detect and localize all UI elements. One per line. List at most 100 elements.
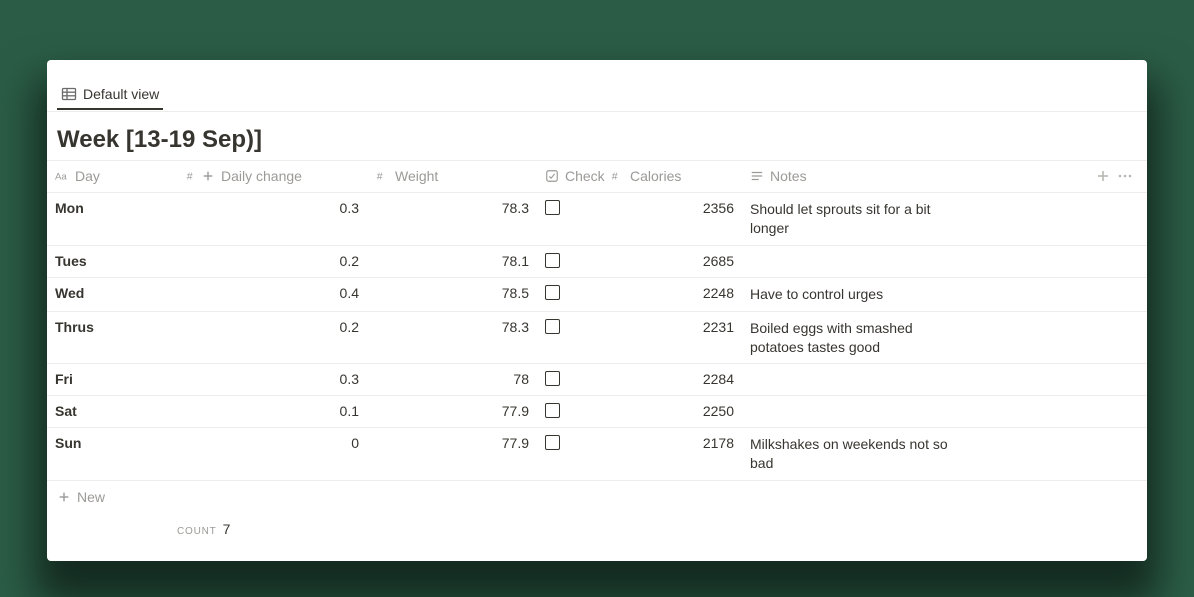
cell-day[interactable]: Thrus xyxy=(47,312,177,342)
calories-value: 2178 xyxy=(703,435,734,451)
col-header-calories[interactable]: # Calories xyxy=(602,161,742,191)
weight-value: 78.5 xyxy=(502,285,529,301)
cell-notes[interactable]: Milkshakes on weekends not so bad xyxy=(742,428,972,480)
cell-weight[interactable]: 77.9 xyxy=(367,428,537,458)
notes-value: Milkshakes on weekends not so bad xyxy=(750,435,964,473)
change-value: 0.1 xyxy=(340,403,359,419)
cell-check[interactable] xyxy=(537,246,602,275)
cell-daily-change[interactable]: 0.1 xyxy=(177,396,367,426)
calories-value: 2284 xyxy=(703,371,734,387)
checkbox-input[interactable] xyxy=(545,371,560,386)
cell-calories[interactable]: 2250 xyxy=(602,396,742,426)
view-tab-default[interactable]: Default view xyxy=(57,80,163,110)
cell-calories[interactable]: 2356 xyxy=(602,193,742,223)
cell-daily-change[interactable]: 0.4 xyxy=(177,278,367,308)
cell-check[interactable] xyxy=(537,278,602,307)
change-value: 0.2 xyxy=(340,253,359,269)
cell-notes[interactable] xyxy=(742,364,972,378)
checkbox-input[interactable] xyxy=(545,403,560,418)
count-value: 7 xyxy=(223,521,231,537)
cell-day[interactable]: Sun xyxy=(47,428,177,458)
count-label: COUNT xyxy=(177,526,217,537)
col-header-notes-label: Notes xyxy=(770,168,807,184)
cell-daily-change[interactable]: 0 xyxy=(177,428,367,458)
cell-notes[interactable]: Boiled eggs with smashed potatoes tastes… xyxy=(742,312,972,364)
col-header-check[interactable]: Check xyxy=(537,161,602,191)
table-row[interactable]: Tues 0.2 78.1 2685 xyxy=(47,246,1147,278)
cell-day[interactable]: Sat xyxy=(47,396,177,426)
cell-weight[interactable]: 78 xyxy=(367,364,537,394)
cell-calories[interactable]: 2231 xyxy=(602,312,742,342)
change-value: 0.3 xyxy=(340,200,359,216)
cell-day[interactable]: Wed xyxy=(47,278,177,308)
day-value: Tues xyxy=(55,253,87,269)
page-title[interactable]: Week [13-19 Sep)] xyxy=(47,112,1147,160)
change-value: 0.3 xyxy=(340,371,359,387)
table-row[interactable]: Fri 0.3 78 2284 xyxy=(47,364,1147,396)
cell-day[interactable]: Fri xyxy=(47,364,177,394)
table-row[interactable]: Mon 0.3 78.3 2356 Should let sprouts sit for… xyxy=(47,193,1147,246)
svg-text:#: # xyxy=(612,171,618,183)
cell-calories[interactable]: 2178 xyxy=(602,428,742,458)
col-header-actions xyxy=(972,161,1147,191)
col-header-daily-change-label: Daily change xyxy=(221,168,302,184)
table-row[interactable]: Sun0 77.9 2178 Milkshakes on weekends not s… xyxy=(47,428,1147,481)
col-header-day[interactable]: Aa Day xyxy=(47,161,177,191)
checkbox-input[interactable] xyxy=(545,200,560,215)
table-header-row: Aa Day # Daily change xyxy=(47,161,1147,193)
number-icon: # xyxy=(185,169,199,183)
cell-trailing xyxy=(972,396,1147,410)
col-header-weight[interactable]: # Weight xyxy=(367,161,537,191)
checkbox-input[interactable] xyxy=(545,253,560,268)
weight-value: 78.1 xyxy=(502,253,529,269)
day-value: Mon xyxy=(55,200,84,216)
calories-value: 2356 xyxy=(703,200,734,216)
more-options-button[interactable] xyxy=(1117,168,1133,184)
cell-notes[interactable] xyxy=(742,396,972,410)
count-aggregate[interactable]: COUNT 7 xyxy=(177,521,230,537)
cell-calories[interactable]: 2685 xyxy=(602,246,742,276)
checkbox-prop-icon xyxy=(545,169,559,183)
cell-day[interactable]: Tues xyxy=(47,246,177,276)
cell-check[interactable] xyxy=(537,428,602,457)
col-header-day-label: Day xyxy=(75,168,100,184)
weight-value: 78.3 xyxy=(502,319,529,335)
cell-calories[interactable]: 2284 xyxy=(602,364,742,394)
cell-daily-change[interactable]: 0.3 xyxy=(177,364,367,394)
checkbox-input[interactable] xyxy=(545,285,560,300)
cell-notes[interactable] xyxy=(742,246,972,260)
table-row[interactable]: Thrus0.2 78.3 2231Boiled eggs with smashed… xyxy=(47,312,1147,365)
cell-weight[interactable]: 78.3 xyxy=(367,312,537,342)
table-icon xyxy=(61,86,77,102)
cell-weight[interactable]: 78.3 xyxy=(367,193,537,223)
cell-check[interactable] xyxy=(537,396,602,425)
cell-daily-change[interactable]: 0.3 xyxy=(177,193,367,223)
table-row[interactable]: Wed 0.4 78.5 2248Have to control urges xyxy=(47,278,1147,312)
cell-weight[interactable]: 78.5 xyxy=(367,278,537,308)
cell-daily-change[interactable]: 0.2 xyxy=(177,312,367,342)
cell-trailing xyxy=(972,246,1147,260)
col-header-notes[interactable]: Notes xyxy=(742,161,972,191)
number-icon: # xyxy=(375,169,389,183)
cell-notes[interactable]: Have to control urges xyxy=(742,278,972,311)
new-row-button[interactable]: New xyxy=(47,481,1147,513)
add-column-button[interactable] xyxy=(1095,168,1111,184)
cell-calories[interactable]: 2248 xyxy=(602,278,742,308)
checkbox-input[interactable] xyxy=(545,319,560,334)
cell-check[interactable] xyxy=(537,312,602,341)
cell-trailing xyxy=(972,278,1147,292)
weight-value: 77.9 xyxy=(502,435,529,451)
checkbox-input[interactable] xyxy=(545,435,560,450)
table-row[interactable]: Sat 0.1 77.9 2250 xyxy=(47,396,1147,428)
cell-daily-change[interactable]: 0.2 xyxy=(177,246,367,276)
cell-weight[interactable]: 77.9 xyxy=(367,396,537,426)
calories-value: 2685 xyxy=(703,253,734,269)
change-value: 0.4 xyxy=(340,285,359,301)
cell-check[interactable] xyxy=(537,193,602,222)
cell-notes[interactable]: Should let sprouts sit for a bit longer xyxy=(742,193,972,245)
weight-value: 78 xyxy=(513,371,529,387)
cell-weight[interactable]: 78.1 xyxy=(367,246,537,276)
col-header-daily-change[interactable]: # Daily change xyxy=(177,161,367,191)
cell-check[interactable] xyxy=(537,364,602,393)
cell-day[interactable]: Mon xyxy=(47,193,177,223)
